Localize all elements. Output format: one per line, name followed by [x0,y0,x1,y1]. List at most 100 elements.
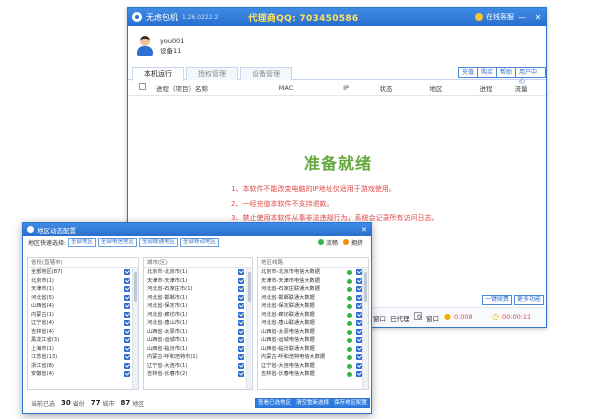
city-list-item[interactable]: 内蒙古-呼和浩特市(1) [144,353,252,362]
col-status[interactable]: 状态 [366,83,406,93]
city-item-label: 山西省-临汾市(1) [147,345,188,352]
city-list-item[interactable]: 山西省-运城市(1) [144,336,252,345]
checkbox-checked-icon[interactable] [238,303,244,309]
minimize-button[interactable]: — [514,13,530,22]
line-list-item[interactable]: 天津市-天津市电信大数据 [258,277,368,286]
checkbox-checked-icon[interactable] [238,311,244,318]
checkbox-checked-icon[interactable] [124,311,130,318]
popup-title-bar[interactable]: 地区动态配置 ✕ [23,223,371,236]
province-scrollbar[interactable] [132,268,138,389]
col-process[interactable]: 进程（项目）名称 [156,83,246,93]
checkbox-checked-icon[interactable] [238,328,244,335]
checkbox-checked-icon[interactable] [238,371,244,377]
checkbox-checked-icon[interactable] [238,294,244,301]
user-center-button[interactable]: 用户中心 [515,67,546,85]
checkbox-checked-icon[interactable] [124,320,130,326]
checkbox-checked-icon[interactable] [238,362,244,369]
line-list-item[interactable]: 内蒙古-呼和浩特电信大数据 [258,353,368,362]
filter-all-button[interactable]: 全部地区 [68,237,97,247]
province-list-item[interactable]: 吉林省(4) [28,328,138,337]
tab-authorization[interactable]: 授权管理 [186,67,238,80]
city-list-item[interactable]: 河北省-唐山市(1) [144,319,252,328]
city-list-item[interactable]: 河北省-石家庄市(1) [144,285,252,294]
checkbox-checked-icon[interactable] [238,269,244,275]
line-list-item[interactable]: 河北省-邯郸联通大数据 [258,294,368,303]
province-list-item[interactable]: 天津市(1) [28,285,138,294]
province-list-item[interactable]: 北京市(1) [28,277,138,286]
city-scrollbar[interactable] [246,268,252,389]
city-list-item[interactable]: 北京市-北京市(1) [144,268,252,277]
province-list-item[interactable]: 辽宁省(4) [28,319,138,328]
online-service-button[interactable]: 在线客服 [475,12,514,22]
col-ip[interactable]: IP [326,84,366,92]
line-list-item[interactable]: 河北省-保定联通大数据 [258,302,368,311]
checkbox-checked-icon[interactable] [124,337,130,343]
line-list-item[interactable]: 山西省-运城电信大数据 [258,336,368,345]
province-list-item[interactable]: 山西省(4) [28,302,138,311]
province-list-item[interactable]: 江苏省(13) [28,353,138,362]
col-proc[interactable]: 进程 [466,83,506,93]
province-list-item[interactable]: 安徽省(4) [28,370,138,379]
checkbox-checked-icon[interactable] [124,277,130,284]
line-list-item[interactable]: 河北省-廊坊联通大数据 [258,311,368,320]
tab-device[interactable]: 设备管理 [240,67,292,80]
line-list-item[interactable]: 辽宁省-大连电信大数据 [258,362,368,371]
city-list-item[interactable]: 河北省-保定市(1) [144,302,252,311]
line-list-item[interactable]: 吉林省-长春电信大数据 [258,370,368,379]
more-functions-button[interactable]: 更多功能 [514,295,545,305]
tab-local-run[interactable]: 本机运行 [132,67,184,81]
line-list-item[interactable]: 山西省-临汾联通大数据 [258,345,368,354]
device-name: 设备11 [160,47,182,55]
checkbox-checked-icon[interactable] [124,269,130,275]
city-list-item[interactable]: 山西省-临汾市(1) [144,345,252,354]
checkbox-checked-icon[interactable] [124,371,130,377]
province-list-item[interactable]: 河北省(5) [28,294,138,303]
col-mac[interactable]: MAC [246,84,326,92]
checkbox-checked-icon[interactable] [124,286,130,292]
checkbox-checked-icon[interactable] [238,277,244,284]
checkbox-checked-icon[interactable] [124,362,130,369]
city-list-item[interactable]: 吉林省-长春市(2) [144,370,252,379]
checkbox-checked-icon[interactable] [124,328,130,335]
filter-telecom-button[interactable]: 全部电信地区 [98,237,138,247]
filter-unicom-button[interactable]: 全部联通地区 [139,237,179,247]
line-list-item[interactable]: 北京市-北京市电信大数据 [258,268,368,277]
avatar-icon [136,36,154,56]
save-config-button[interactable]: 保存地区配置 [331,398,371,408]
checkbox-checked-icon[interactable] [124,354,130,360]
checkbox-checked-icon[interactable] [238,354,244,360]
city-list-item[interactable]: 天津市-天津市(1) [144,277,252,286]
filter-mobile-button[interactable]: 全部移动地区 [180,237,220,247]
city-list-item[interactable]: 河北省-邯郸市(1) [144,294,252,303]
popup-close-icon[interactable]: ✕ [357,226,371,234]
line-list-item[interactable]: 山西省-太原电信大数据 [258,328,368,337]
province-list-item[interactable]: 上海市(1) [28,345,138,354]
checkbox-checked-icon[interactable] [238,337,244,343]
line-scrollbar[interactable] [362,268,368,389]
main-title-bar[interactable]: 无虑包机 1.26.0222.2 代理商QQ: 703450586 在线客服 —… [128,8,546,26]
select-all-checkbox[interactable] [138,83,146,90]
checkbox-checked-icon[interactable] [124,345,130,352]
clear-selection-button[interactable]: 清空重新选择 [293,398,333,408]
province-list-item[interactable]: 内蒙古(1) [28,311,138,320]
checkbox-checked-icon[interactable] [238,286,244,292]
city-list-item[interactable]: 河北省-廊坊市(1) [144,311,252,320]
checkbox-checked-icon[interactable] [124,303,130,309]
recharge-button[interactable]: 充值 [458,67,479,78]
checkbox-checked-icon[interactable] [238,345,244,352]
checkbox-checked-icon[interactable] [124,294,130,301]
help-button[interactable]: 帮助 [496,67,517,78]
close-button[interactable]: ✕ [530,13,546,22]
view-selected-button[interactable]: 查看已选地区 [255,398,295,408]
province-list-item[interactable]: 黑龙江省(3) [28,336,138,345]
buy-button[interactable]: 购买 [477,67,498,78]
city-list-item[interactable]: 辽宁省-大连市(1) [144,362,252,371]
province-list-item[interactable]: 浙江省(8) [28,362,138,371]
renew-button[interactable]: 一键续费 [482,295,513,305]
checkbox-checked-icon[interactable] [238,320,244,326]
province-list-item[interactable]: 全部地区(87) [28,268,138,277]
col-region[interactable]: 地区 [406,83,466,93]
line-list-item[interactable]: 河北省-石家庄联通大数据 [258,285,368,294]
line-list-item[interactable]: 河北省-唐山联通大数据 [258,319,368,328]
city-list-item[interactable]: 山西省-太原市(1) [144,328,252,337]
